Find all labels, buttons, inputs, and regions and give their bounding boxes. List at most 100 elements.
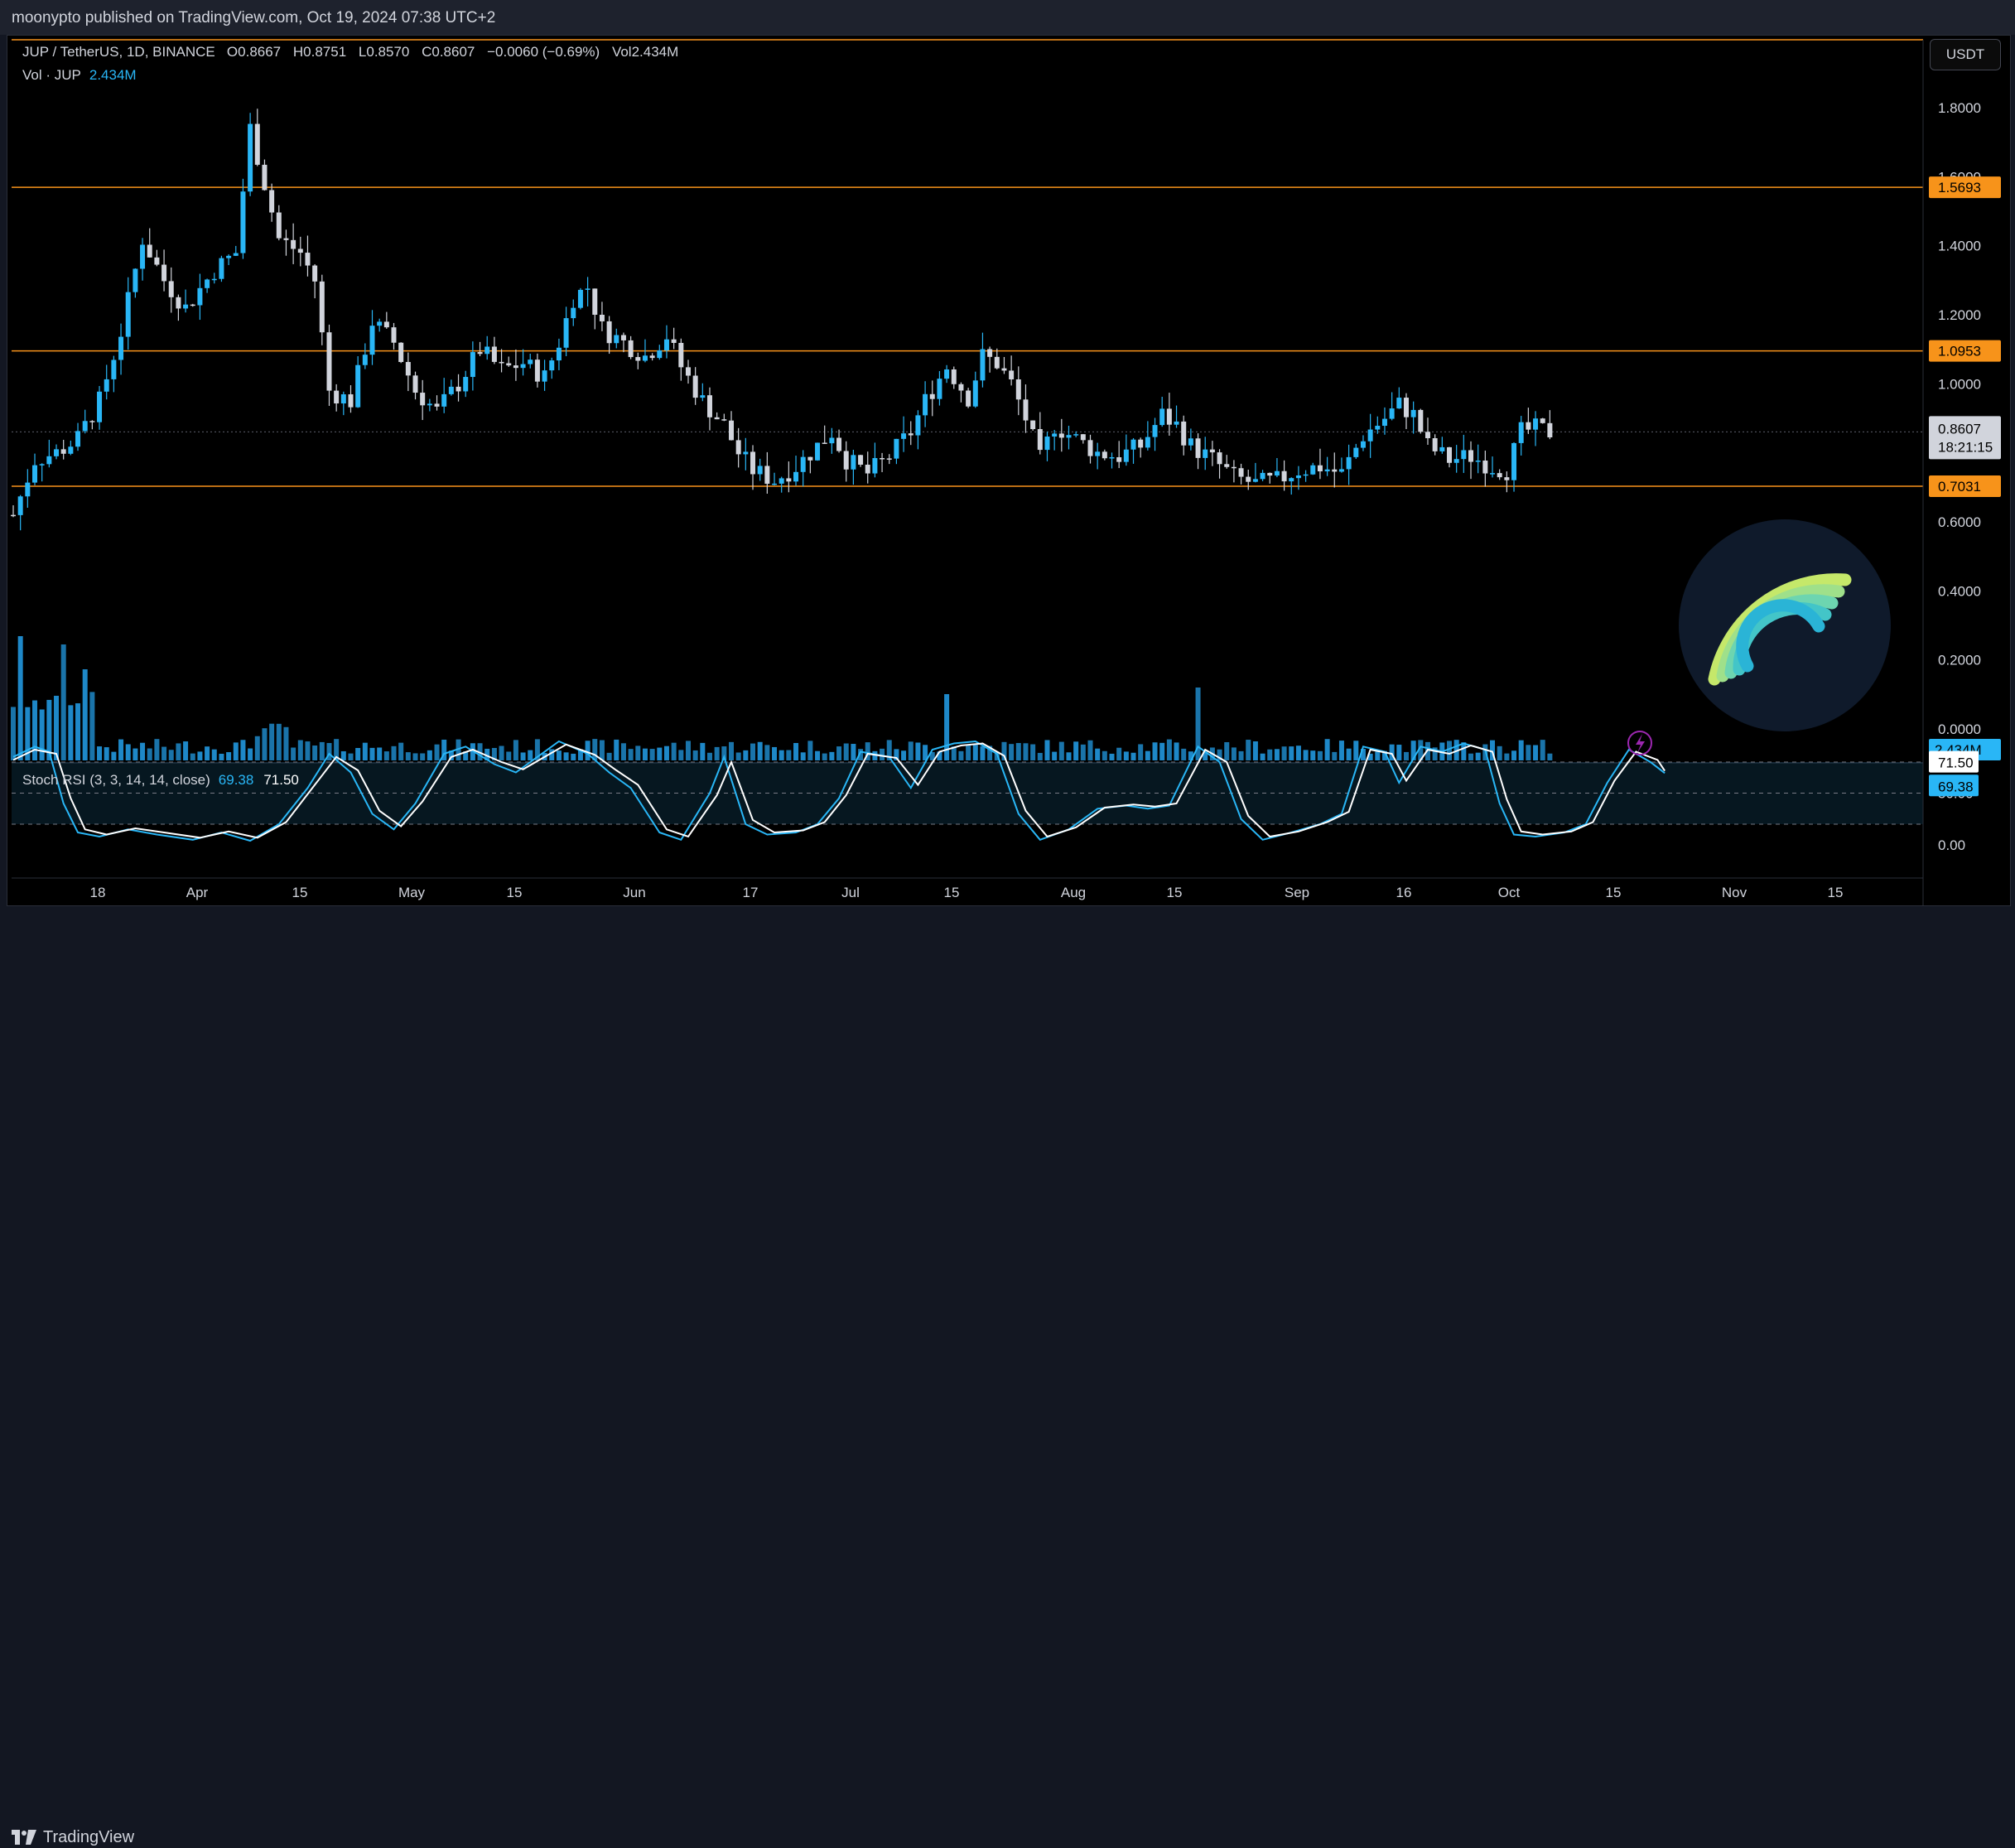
candle-body[interactable] xyxy=(340,394,346,404)
candle-body[interactable] xyxy=(980,349,986,381)
candle-body[interactable] xyxy=(125,292,131,337)
candle-body[interactable] xyxy=(1152,425,1158,437)
candle-body[interactable] xyxy=(1504,477,1510,480)
candle-body[interactable] xyxy=(291,239,296,249)
candle-body[interactable] xyxy=(211,278,217,281)
candle-body[interactable] xyxy=(75,431,81,447)
candle-body[interactable] xyxy=(987,349,993,357)
candle-body[interactable] xyxy=(1080,434,1086,441)
candle-body[interactable] xyxy=(577,289,583,308)
candle-body[interactable] xyxy=(1468,450,1474,462)
candle-body[interactable] xyxy=(334,390,340,404)
candle-body[interactable] xyxy=(671,339,677,343)
volume-legend[interactable]: Vol · JUP 2.434M xyxy=(22,67,137,84)
candle-body[interactable] xyxy=(104,379,109,392)
candle-body[interactable] xyxy=(233,253,239,256)
candle-body[interactable] xyxy=(427,403,432,406)
candle-body[interactable] xyxy=(556,347,562,361)
candle-body[interactable] xyxy=(772,483,778,485)
candle-body[interactable] xyxy=(966,390,971,407)
candle-body[interactable] xyxy=(951,369,957,384)
candle-body[interactable] xyxy=(1231,466,1236,469)
candle-body[interactable] xyxy=(585,288,591,290)
candle-body[interactable] xyxy=(118,336,124,360)
candle-body[interactable] xyxy=(219,258,224,279)
candle-body[interactable] xyxy=(729,420,734,441)
candle-body[interactable] xyxy=(520,364,526,369)
candle-body[interactable] xyxy=(1166,408,1172,425)
candle-body[interactable] xyxy=(54,449,60,456)
candle-body[interactable] xyxy=(456,386,461,392)
candle-body[interactable] xyxy=(491,346,497,362)
candle-body[interactable] xyxy=(240,191,246,253)
candle-body[interactable] xyxy=(1044,437,1050,451)
candle-body[interactable] xyxy=(1490,473,1496,475)
candle-body[interactable] xyxy=(1073,434,1079,436)
candle-body[interactable] xyxy=(305,253,311,266)
candle-body[interactable] xyxy=(369,326,375,355)
candle-body[interactable] xyxy=(807,456,813,461)
candle-body[interactable] xyxy=(463,377,469,392)
candle-body[interactable] xyxy=(1432,438,1438,451)
candle-body[interactable] xyxy=(894,438,899,459)
candle-body[interactable] xyxy=(82,421,88,432)
candle-body[interactable] xyxy=(779,478,784,484)
candle-body[interactable] xyxy=(1123,449,1129,462)
candle-body[interactable] xyxy=(32,465,38,483)
candle-body[interactable] xyxy=(176,297,181,309)
candle-body[interactable] xyxy=(958,384,964,391)
candle-body[interactable] xyxy=(1410,409,1416,417)
candle-body[interactable] xyxy=(319,281,325,333)
candle-body[interactable] xyxy=(1497,473,1502,478)
candle-body[interactable] xyxy=(1533,418,1539,430)
candle-body[interactable] xyxy=(815,442,821,461)
candle-body[interactable] xyxy=(1102,451,1107,459)
candle-body[interactable] xyxy=(1482,461,1488,474)
candle-body[interactable] xyxy=(685,367,691,376)
candle-body[interactable] xyxy=(434,403,440,407)
candle-body[interactable] xyxy=(649,355,655,359)
candle-body[interactable] xyxy=(1009,370,1015,380)
candle-body[interactable] xyxy=(513,365,518,369)
candle-body[interactable] xyxy=(1052,433,1058,437)
candle-body[interactable] xyxy=(254,123,260,165)
candle-body[interactable] xyxy=(678,342,684,368)
candle-body[interactable] xyxy=(972,380,978,407)
candle-body[interactable] xyxy=(528,359,533,364)
candle-body[interactable] xyxy=(1001,368,1007,371)
candle-body[interactable] xyxy=(1023,399,1029,421)
candle-body[interactable] xyxy=(1389,408,1395,419)
candle-body[interactable] xyxy=(1217,452,1222,465)
candle-body[interactable] xyxy=(1303,474,1309,476)
candle-body[interactable] xyxy=(1188,438,1193,446)
candle-body[interactable] xyxy=(1475,461,1481,462)
candle-body[interactable] xyxy=(17,496,23,515)
candle-body[interactable] xyxy=(183,304,189,309)
candle-body[interactable] xyxy=(420,393,426,406)
candle-body[interactable] xyxy=(721,419,727,421)
candle-body[interactable] xyxy=(283,238,289,240)
candle-body[interactable] xyxy=(355,364,361,408)
candle-body[interactable] xyxy=(1267,472,1273,476)
candle-body[interactable] xyxy=(657,350,663,359)
candle-body[interactable] xyxy=(1181,421,1187,446)
candle-body[interactable] xyxy=(542,370,547,382)
candle-body[interactable] xyxy=(60,449,66,454)
candle-body[interactable] xyxy=(362,355,368,365)
candle-body[interactable] xyxy=(1518,422,1524,443)
candle-body[interactable] xyxy=(901,433,907,439)
candle-body[interactable] xyxy=(1403,398,1409,417)
candle-body[interactable] xyxy=(1338,469,1344,472)
candle-body[interactable] xyxy=(1130,439,1136,450)
candle-body[interactable] xyxy=(614,335,619,344)
candle-body[interactable] xyxy=(140,244,146,269)
candle-body[interactable] xyxy=(477,352,483,355)
tradingview-logo[interactable]: TradingView xyxy=(12,1826,134,1848)
candle-body[interactable] xyxy=(1252,479,1258,482)
candle-body[interactable] xyxy=(929,393,935,399)
candle-body[interactable] xyxy=(937,379,942,399)
candle-body[interactable] xyxy=(1367,429,1373,441)
candle-body[interactable] xyxy=(161,264,167,282)
candle-body[interactable] xyxy=(549,360,555,371)
candle-body[interactable] xyxy=(248,123,253,192)
